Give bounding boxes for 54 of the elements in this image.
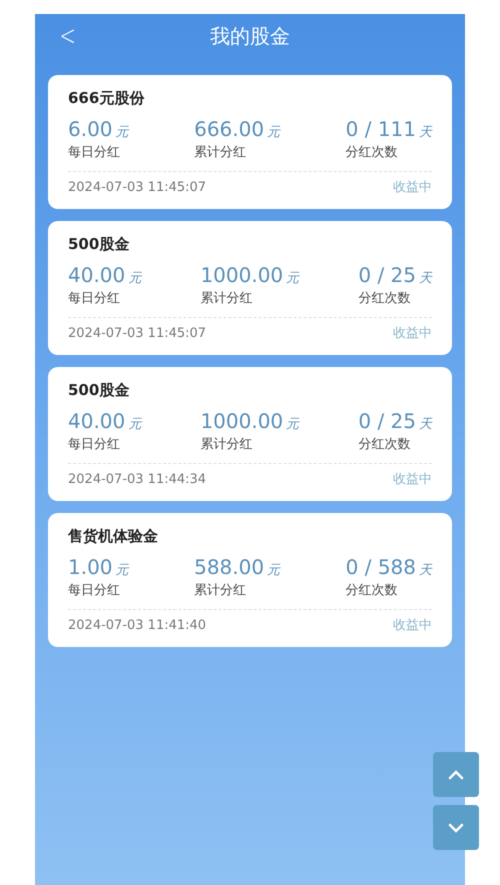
card-title: 500股金 (68, 235, 130, 254)
stat-label: 累计分红 (200, 436, 254, 453)
timestamp: 2024-07-03 11:45:07 (68, 180, 206, 195)
stat-label: 分红次数 (358, 290, 412, 307)
back-button[interactable]: < (56, 20, 79, 52)
timestamp: 2024-07-03 11:41:40 (68, 618, 206, 633)
unit-label: 元 (286, 417, 300, 432)
stat-value: 1000.00 (200, 263, 284, 287)
stat-label: 分红次数 (346, 144, 399, 161)
card-title: 666元股份 (68, 89, 146, 108)
stat-label: 累计分红 (200, 290, 254, 307)
stat-value: 40.00 (68, 409, 126, 433)
timestamp: 2024-07-03 11:44:34 (68, 472, 206, 487)
unit-label: 元 (128, 271, 142, 286)
status-label: 收益中 (393, 325, 432, 342)
status-label: 收益中 (393, 471, 432, 488)
unit-label: 元 (267, 125, 280, 140)
stat-label: 分红次数 (358, 436, 412, 453)
unit-label: 天 (419, 417, 432, 432)
stat-value: 1000.00 (200, 409, 284, 433)
unit-label: 天 (419, 271, 432, 286)
unit-label: 元 (267, 563, 280, 578)
stat-value: 40.00 (68, 263, 126, 287)
timestamp: 2024-07-03 11:45:07 (68, 326, 206, 341)
card-title: 500股金 (68, 381, 130, 400)
stat-label: 分红次数 (346, 582, 399, 599)
unit-label: 元 (128, 417, 142, 432)
stat-value: 588.00 (194, 555, 264, 579)
stat-value: 0 / 588 (346, 555, 416, 579)
stat-value: 0 / 111 (346, 117, 416, 141)
chevron-down-icon (448, 822, 464, 832)
stat-label: 每日分红 (68, 144, 121, 161)
stat-value: 6.00 (68, 117, 113, 141)
stat-label: 每日分红 (68, 436, 121, 453)
chevron-up-icon (448, 770, 464, 780)
scroll-up-button[interactable] (433, 752, 479, 797)
page-title: 我的股金 (210, 22, 290, 50)
unit-label: 元 (116, 125, 129, 140)
status-label: 收益中 (393, 179, 432, 196)
card-title: 售货机体验金 (68, 527, 159, 546)
scroll-down-button[interactable] (433, 805, 479, 850)
stat-value: 1.00 (68, 555, 113, 579)
stat-value: 0 / 25 (358, 409, 416, 433)
stat-label: 累计分红 (194, 582, 248, 599)
unit-label: 天 (419, 563, 432, 578)
stat-value: 0 / 25 (358, 263, 416, 287)
stat-label: 每日分红 (68, 582, 121, 599)
stat-label: 每日分红 (68, 290, 121, 307)
unit-label: 天 (419, 125, 432, 140)
unit-label: 元 (286, 271, 300, 286)
stat-value: 666.00 (194, 117, 264, 141)
stat-label: 累计分红 (194, 144, 248, 161)
status-label: 收益中 (393, 617, 432, 634)
unit-label: 元 (116, 563, 129, 578)
